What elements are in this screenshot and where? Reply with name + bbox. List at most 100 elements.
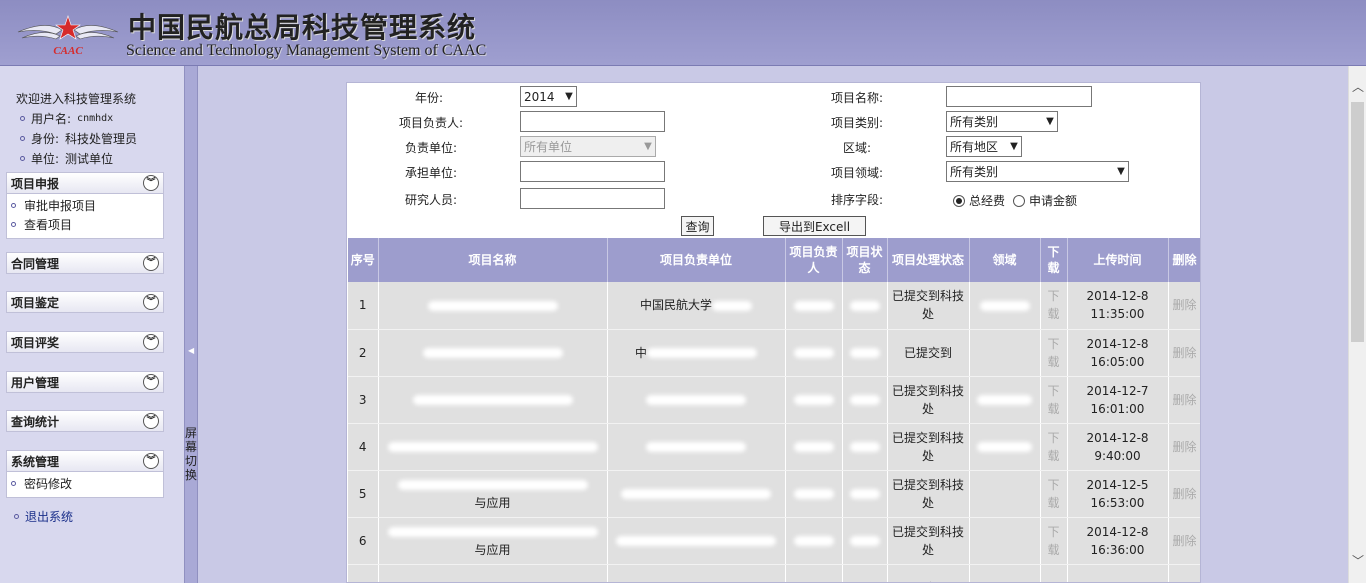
proc-status-cell: 已提 xyxy=(887,564,970,582)
delete-link[interactable]: 删除 xyxy=(1168,517,1200,565)
menu-head-contract[interactable]: 合同管理 ︾ xyxy=(6,252,164,274)
field-label: 项目领域: xyxy=(830,166,883,180)
main-area: 年份: 2014 ▼ 项目名称: 项目负责人: 项目类别: 所有类别 ▼ 负责单位:… xyxy=(198,66,1348,583)
leader-label: 项目负责人: xyxy=(398,116,463,130)
bullet-icon xyxy=(14,514,19,519)
menu-item-view-project[interactable]: 查看项目 xyxy=(11,215,163,234)
upload-time-cell: 2014-12-8 11:35:00 xyxy=(1067,282,1169,330)
chevron-down-icon: ▼ xyxy=(1117,166,1125,177)
download-link[interactable]: 下载 xyxy=(1040,376,1068,424)
delete-link[interactable]: 删 xyxy=(1168,564,1200,582)
table-row: 1 中国民航大学 已提交到科技处 下载 2014-12-8 11:35:00 删除 xyxy=(348,282,1200,330)
proc-status-cell: 已提交到科技处 xyxy=(887,423,970,471)
menu-item-change-password[interactable]: 密码修改 xyxy=(11,474,163,493)
chevron-down-icon[interactable]: ︾ xyxy=(143,294,159,310)
region-select[interactable]: 所有地区 ▼ xyxy=(946,136,1022,157)
delete-link[interactable]: 删除 xyxy=(1168,423,1200,471)
field-select[interactable]: 所有类别 ▼ xyxy=(946,161,1129,182)
menu-users: 用户管理 ︾ xyxy=(6,371,164,393)
unit-cell xyxy=(607,517,786,565)
chevron-down-icon[interactable]: ︾ xyxy=(143,175,159,191)
bullet-icon xyxy=(11,203,16,208)
menu-head-appraisal[interactable]: 项目鉴定 ︾ xyxy=(6,291,164,313)
vertical-scrollbar[interactable]: ︿ ﹀ xyxy=(1348,66,1366,583)
screen-toggle-label[interactable]: 屏幕切换 xyxy=(185,426,197,482)
upload-time-cell: 2014-12-8 9:40:00 xyxy=(1067,423,1169,471)
table-row: 4 已提交到科技处 下载 2014-12-8 9:40:00 删除 xyxy=(348,423,1200,471)
delete-link[interactable]: 删除 xyxy=(1168,282,1200,330)
bullet-icon xyxy=(11,481,16,486)
sort-total-radio[interactable] xyxy=(953,194,965,207)
table-row: 3 已提交到科技处 下载 2014-12-7 16:01:00 删除 xyxy=(348,376,1200,424)
download-link[interactable]: 下载 xyxy=(1040,423,1068,471)
proc-status-cell: 已提交到科技处 xyxy=(887,470,970,518)
menu-head-award[interactable]: 项目评奖 ︾ xyxy=(6,331,164,353)
chevron-down-icon[interactable]: ︾ xyxy=(143,374,159,390)
download-link[interactable]: 下载 xyxy=(1040,329,1068,377)
col-header-field: 领域 xyxy=(969,238,1041,282)
download-link[interactable]: 下 xyxy=(1040,564,1068,582)
app-subtitle: Science and Technology Management System… xyxy=(126,42,487,59)
chevron-down-icon[interactable]: ︾ xyxy=(143,334,159,350)
menu-award: 项目评奖 ︾ xyxy=(6,331,164,353)
project-name-cell[interactable]: 与应用 xyxy=(378,517,608,565)
app-title: 中国民航总局科技管理系统 xyxy=(128,11,477,44)
chevron-down-icon[interactable]: ︾ xyxy=(143,413,159,429)
researcher-label: 研究人员: xyxy=(404,193,457,207)
menu-head-users[interactable]: 用户管理 ︾ xyxy=(6,371,164,393)
menu-stats: 查询统计 ︾ xyxy=(6,410,164,432)
undertake-unit-label: 承担单位: xyxy=(404,166,457,180)
delete-link[interactable]: 删除 xyxy=(1168,329,1200,377)
delete-link[interactable]: 删除 xyxy=(1168,470,1200,518)
project-name-cell[interactable] xyxy=(378,376,608,424)
scroll-thumb[interactable] xyxy=(1351,102,1364,342)
unit-info: 单位: 测试单位 xyxy=(20,150,113,167)
collapse-left-icon[interactable]: ◀ xyxy=(188,346,194,355)
undertake-unit-input[interactable] xyxy=(520,161,665,182)
scroll-up-icon[interactable]: ︿ xyxy=(1352,78,1364,95)
researcher-input[interactable] xyxy=(520,188,665,209)
scroll-down-icon[interactable]: ﹀ xyxy=(1352,552,1364,569)
screen-toggle-splitter[interactable]: ◀ 屏幕切换 xyxy=(184,66,198,583)
query-button[interactable]: 查询 xyxy=(681,216,714,236)
download-link[interactable]: 下载 xyxy=(1040,282,1068,330)
role: 科技处管理员 xyxy=(65,132,138,146)
project-table: 序号 项目名称 项目负责单位 项目负责人 项目状态 项目处理状态 领域 下载 上… xyxy=(348,238,1200,582)
project-name-cell[interactable] xyxy=(378,282,608,330)
user-info: 用户名: cnmhdx xyxy=(20,110,113,127)
project-name-input[interactable] xyxy=(946,86,1092,107)
menu-item-approve-declare[interactable]: 审批申报项目 xyxy=(11,196,163,215)
svg-text:CAAC: CAAC xyxy=(53,45,83,57)
chevron-down-icon: ▼ xyxy=(565,91,573,102)
project-name-cell[interactable]: 与应用 xyxy=(378,470,608,518)
project-name-cell[interactable] xyxy=(378,423,608,471)
sort-radio-group: 总经费 申请金额 xyxy=(953,192,1077,209)
leader-input[interactable] xyxy=(520,111,665,132)
bullet-icon xyxy=(11,222,16,227)
chevron-down-icon[interactable]: ︾ xyxy=(143,255,159,271)
delete-link[interactable]: 删除 xyxy=(1168,376,1200,424)
upload-time-cell: 2014-12-7 16:01:00 xyxy=(1067,376,1169,424)
menu-head-system[interactable]: 系统管理 ︾ xyxy=(6,450,164,472)
year-label: 年份: xyxy=(414,91,443,105)
export-excel-button[interactable]: 导出到Excell xyxy=(763,216,866,236)
table-header-row: 序号 项目名称 项目负责单位 项目负责人 项目状态 项目处理状态 领域 下载 上… xyxy=(348,238,1200,282)
upload-time-cell: 2014-12-5 16:53:00 xyxy=(1067,470,1169,518)
download-link[interactable]: 下载 xyxy=(1040,517,1068,565)
unit-cell: 中国民航大学 xyxy=(607,282,786,330)
download-link[interactable]: 下载 xyxy=(1040,470,1068,518)
chevron-down-icon[interactable]: ︾ xyxy=(143,453,159,469)
col-header-delete: 删除 xyxy=(1168,238,1200,282)
upload-time-cell: 2014-12-8 16:05:00 xyxy=(1067,329,1169,377)
resp-unit-select[interactable]: 所有单位 ▼ xyxy=(520,136,656,157)
col-header-leader: 项目负责人 xyxy=(785,238,843,282)
sort-apply-radio[interactable] xyxy=(1013,194,1026,207)
project-name-cell[interactable] xyxy=(378,329,608,377)
search-panel: 年份: 2014 ▼ 项目名称: 项目负责人: 项目类别: 所有类别 ▼ 负责单位:… xyxy=(346,82,1201,583)
year-select[interactable]: 2014 ▼ xyxy=(520,86,577,107)
logout-link[interactable]: 退出系统 xyxy=(14,508,73,525)
category-select[interactable]: 所有类别 ▼ xyxy=(946,111,1058,132)
menu-head-project-declare[interactable]: 项目申报 ︾ xyxy=(6,172,164,194)
col-header-download: 下载 xyxy=(1040,238,1068,282)
menu-head-stats[interactable]: 查询统计 ︾ xyxy=(6,410,164,432)
